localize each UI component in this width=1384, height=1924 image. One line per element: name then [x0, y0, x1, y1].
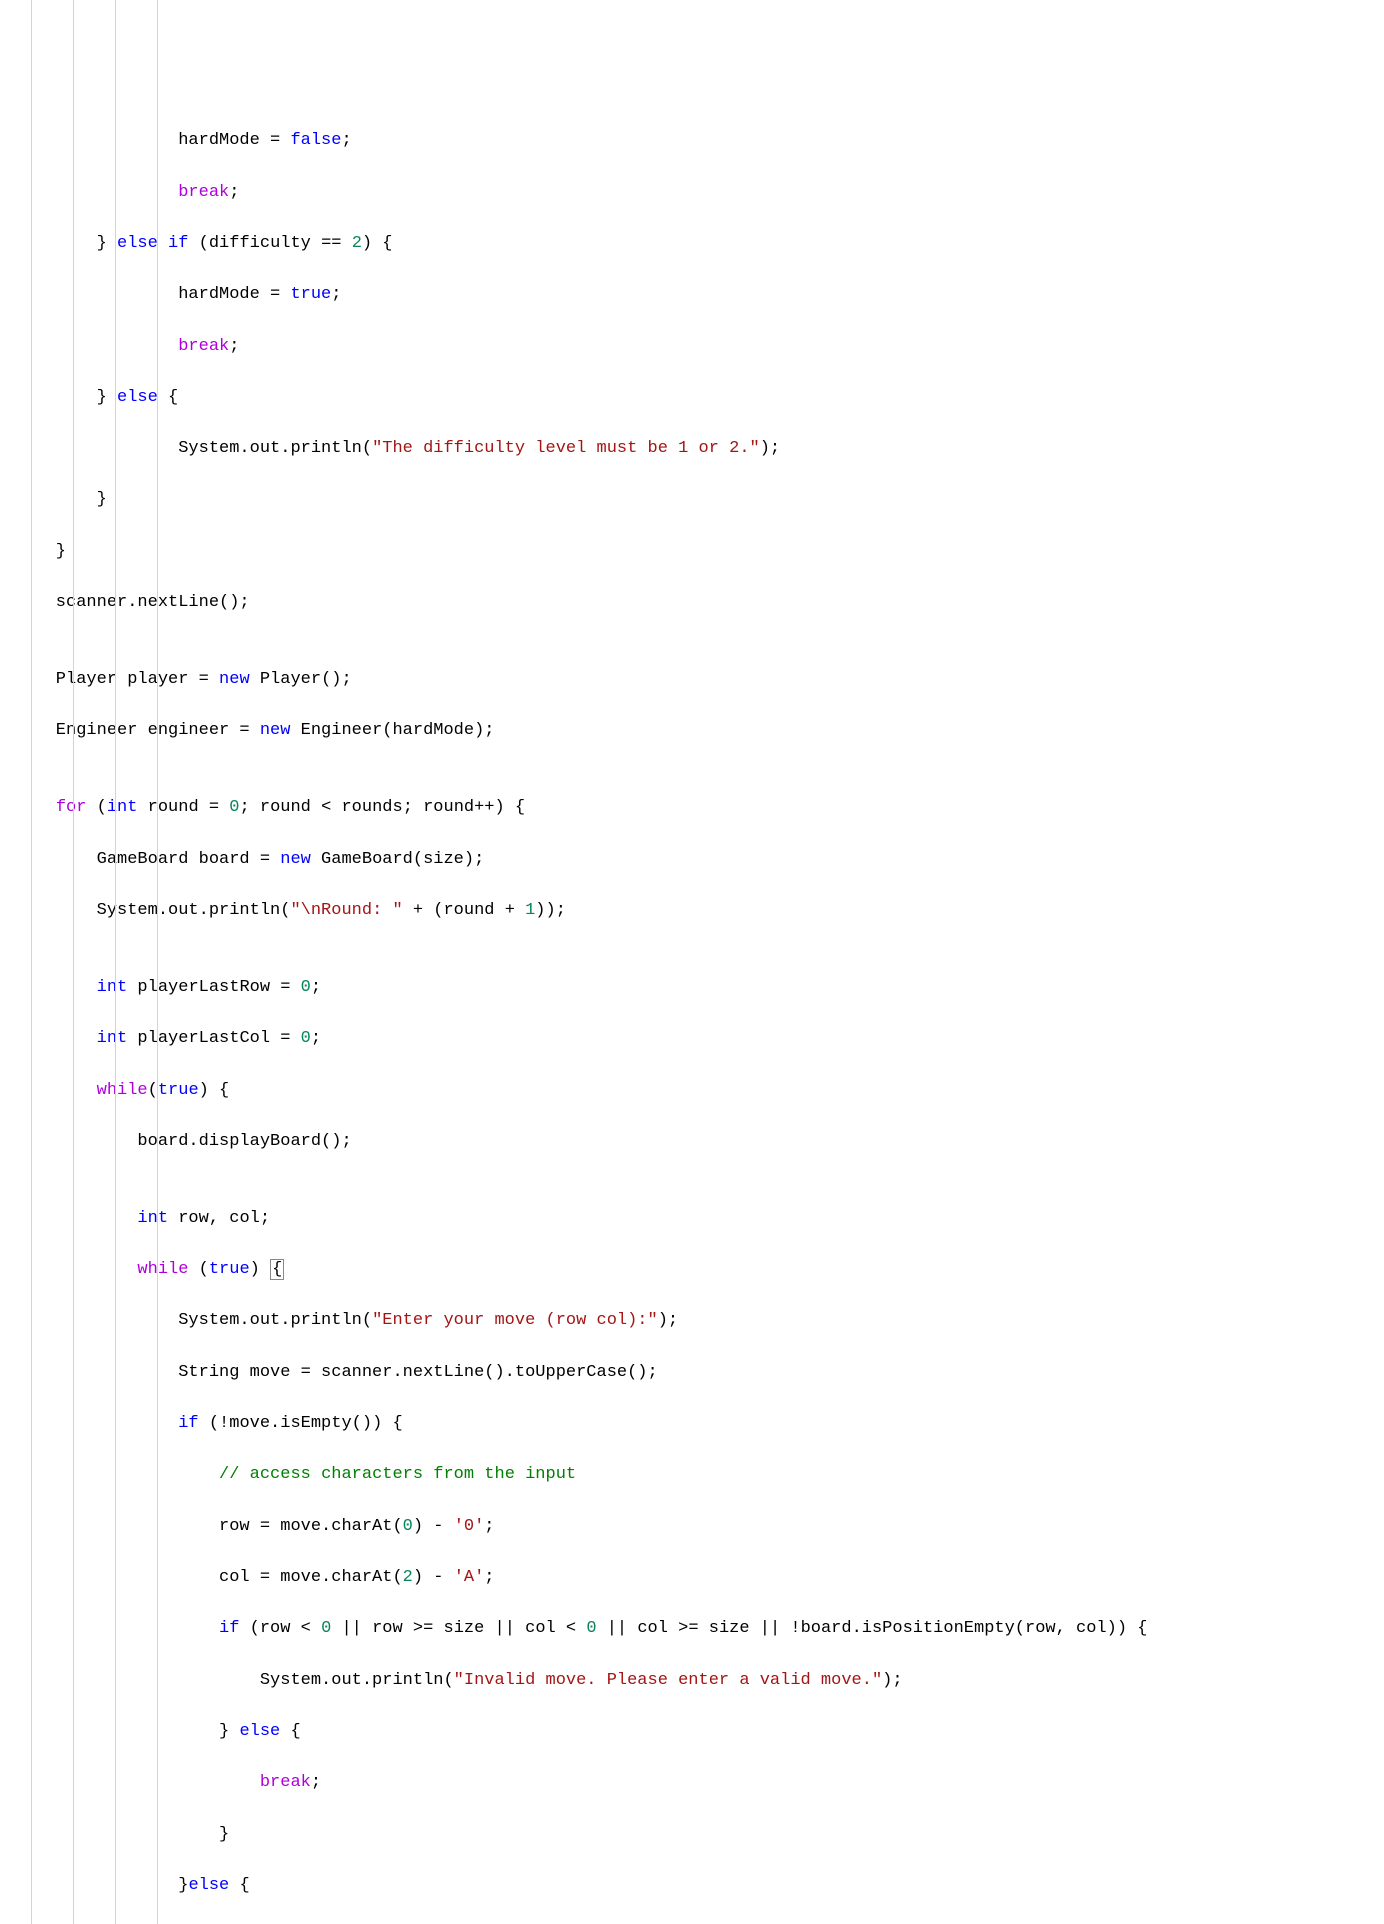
code-line: while (true) {: [15, 1257, 1384, 1283]
code-line: int playerLastRow = 0;: [15, 975, 1384, 1001]
code-line: Player player = new Player();: [15, 667, 1384, 693]
code-line: } else {: [15, 1719, 1384, 1745]
code-line: } else if (difficulty == 2) {: [15, 231, 1384, 257]
code-line: break;: [15, 180, 1384, 206]
code-line: if (row < 0 || row >= size || col < 0 ||…: [15, 1616, 1384, 1642]
code-line: }: [15, 1822, 1384, 1848]
code-line: break;: [15, 334, 1384, 360]
code-line: System.out.println("Enter your move (row…: [15, 1308, 1384, 1334]
code-line: hardMode = false;: [15, 128, 1384, 154]
code-line: System.out.println("Invalid move. Please…: [15, 1668, 1384, 1694]
code-line: board.displayBoard();: [15, 1129, 1384, 1155]
code-line: }else {: [15, 1873, 1384, 1899]
code-line: GameBoard board = new GameBoard(size);: [15, 847, 1384, 873]
code-line: System.out.println("\nRound: " + (round …: [15, 898, 1384, 924]
code-editor-area[interactable]: hardMode = false; break; } else if (diff…: [15, 0, 1384, 1924]
code-line: break;: [15, 1770, 1384, 1796]
code-line: }: [15, 487, 1384, 513]
code-line: scanner.nextLine();: [15, 590, 1384, 616]
code-line: hardMode = true;: [15, 282, 1384, 308]
code-line: System.out.println("The difficulty level…: [15, 436, 1384, 462]
code-line: int row, col;: [15, 1206, 1384, 1232]
code-line: if (!move.isEmpty()) {: [15, 1411, 1384, 1437]
code-line: col = move.charAt(2) - 'A';: [15, 1565, 1384, 1591]
code-line: int playerLastCol = 0;: [15, 1026, 1384, 1052]
cursor-position: {: [270, 1259, 284, 1280]
code-line: for (int round = 0; round < rounds; roun…: [15, 795, 1384, 821]
code-line: String move = scanner.nextLine().toUpper…: [15, 1360, 1384, 1386]
code-line: row = move.charAt(0) - '0';: [15, 1514, 1384, 1540]
code-line: Engineer engineer = new Engineer(hardMod…: [15, 718, 1384, 744]
code-line: }: [15, 539, 1384, 565]
code-line: while(true) {: [15, 1078, 1384, 1104]
code-line: // access characters from the input: [15, 1462, 1384, 1488]
code-line: } else {: [15, 385, 1384, 411]
